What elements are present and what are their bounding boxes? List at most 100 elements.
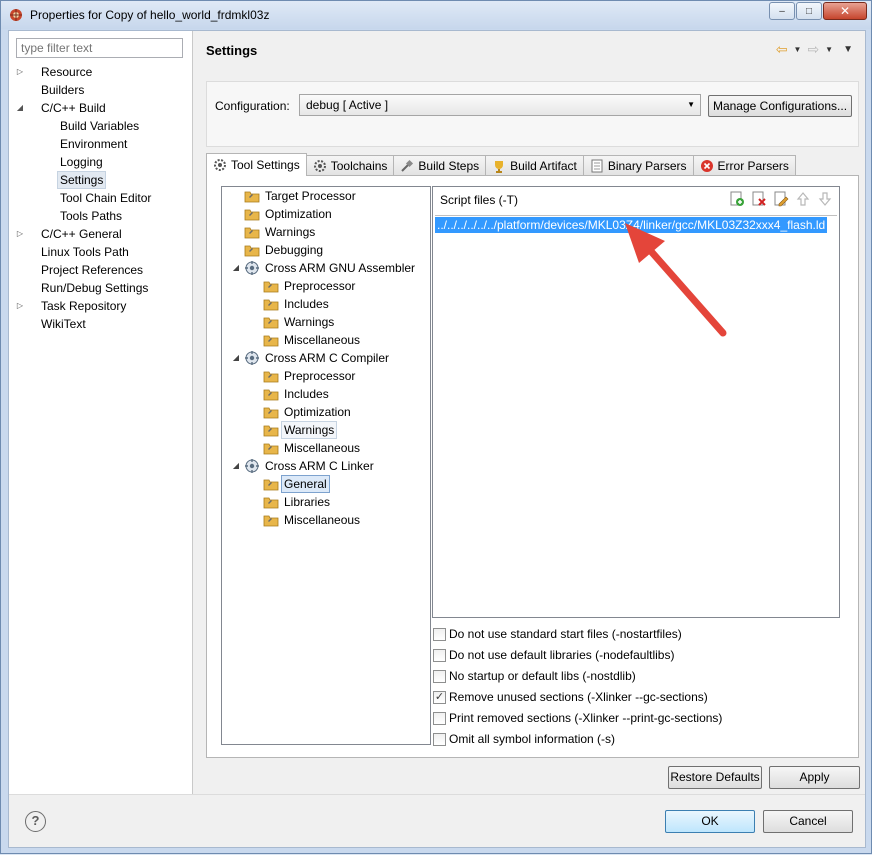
chevron-down-icon: ▼ [687, 100, 695, 109]
back-arrow-icon[interactable]: ⇦ [776, 41, 788, 58]
forward-dropdown-icon[interactable]: ▼ [825, 45, 833, 54]
tree-item[interactable]: ◢ Cross ARM C Compiler [222, 349, 430, 367]
nav-item-label: Tool Chain Editor [60, 191, 152, 205]
tree-item[interactable]: Debugging [222, 241, 430, 259]
checkbox[interactable] [433, 712, 446, 725]
configuration-select[interactable]: debug [ Active ] ▼ [299, 94, 701, 116]
expand-arrow-icon[interactable]: ▷ [15, 225, 25, 243]
nav-item[interactable]: ▷ Task Repository [9, 297, 193, 315]
title-bar[interactable]: Properties for Copy of hello_world_frdmk… [1, 1, 871, 29]
tab-tool-settings[interactable]: Tool Settings [206, 153, 307, 176]
filter-input[interactable] [16, 38, 183, 58]
tree-item[interactable]: Warnings [222, 313, 430, 331]
collapse-arrow-icon[interactable]: ◢ [231, 457, 241, 475]
help-icon[interactable]: ? [25, 811, 46, 832]
checkbox[interactable] [433, 628, 446, 641]
binary-parsers-icon [590, 159, 604, 173]
forward-arrow-icon[interactable]: ⇨ [807, 41, 819, 58]
tab-build-steps[interactable]: Build Steps [393, 155, 487, 175]
option-folder-icon [263, 404, 279, 420]
option-checkbox-row[interactable]: Do not use default libraries (-nodefault… [432, 645, 852, 666]
tree-item-label: Warnings [265, 225, 316, 239]
nav-item[interactable]: ◢ C/C++ Build [9, 99, 193, 117]
collapse-arrow-icon[interactable]: ◢ [231, 349, 241, 367]
tab-binary-parsers[interactable]: Binary Parsers [582, 155, 694, 175]
restore-defaults-button[interactable]: Restore Defaults [668, 766, 762, 789]
tab-toolchains[interactable]: Toolchains [305, 155, 395, 175]
tree-item[interactable]: Preprocessor [222, 367, 430, 385]
tab-error-parsers[interactable]: Error Parsers [692, 155, 796, 175]
minimize-button[interactable]: – [769, 2, 795, 20]
tree-item[interactable]: Optimization [222, 205, 430, 223]
view-menu-icon[interactable]: ▼ [843, 44, 853, 55]
edit-icon[interactable] [773, 191, 789, 207]
checkbox-label: Print removed sections (-Xlinker --print… [449, 711, 723, 725]
history-navigation: ⇦ ▼ ⇨ ▼ ▼ [776, 41, 857, 58]
nav-item-label: Environment [60, 137, 128, 151]
tree-item-label: Includes [284, 297, 329, 311]
tree-item[interactable]: Libraries [222, 493, 430, 511]
delete-icon[interactable] [751, 191, 767, 207]
tree-item[interactable]: Warnings [222, 421, 430, 439]
nav-item[interactable]: Builders [9, 81, 193, 99]
tab-build-artifact[interactable]: Build Artifact [485, 155, 584, 175]
option-checkbox-row[interactable]: Do not use standard start files (-nostar… [432, 624, 852, 645]
tree-item[interactable]: Warnings [222, 223, 430, 241]
nav-item[interactable]: Environment [9, 135, 193, 153]
tree-item[interactable]: ◢ Cross ARM C Linker [222, 457, 430, 475]
nav-item[interactable]: Tool Chain Editor [9, 189, 193, 207]
nav-item[interactable]: ▷ C/C++ General [9, 225, 193, 243]
cancel-button[interactable]: Cancel [763, 810, 853, 833]
collapse-arrow-icon[interactable]: ◢ [15, 99, 25, 117]
tree-item[interactable]: Target Processor [222, 187, 430, 205]
back-dropdown-icon[interactable]: ▼ [794, 45, 802, 54]
tree-item[interactable]: Miscellaneous [222, 439, 430, 457]
option-folder-icon [263, 422, 279, 438]
tree-item[interactable]: Preprocessor [222, 277, 430, 295]
tab-label: Error Parsers [717, 158, 789, 173]
apply-button[interactable]: Apply [769, 766, 860, 789]
checkbox[interactable] [433, 670, 446, 683]
checkbox-label: Remove unused sections (-Xlinker --gc-se… [449, 690, 708, 704]
nav-item[interactable]: Project References [9, 261, 193, 279]
nav-item[interactable]: Tools Paths [9, 207, 193, 225]
expand-arrow-icon[interactable]: ▷ [15, 63, 25, 81]
checkbox-label: Do not use standard start files (-nostar… [449, 627, 682, 641]
tree-item[interactable]: Includes [222, 385, 430, 403]
checkbox-label: Do not use default libraries (-nodefault… [449, 648, 675, 662]
option-checkbox-row[interactable]: Print removed sections (-Xlinker --print… [432, 708, 852, 729]
nav-item[interactable]: Run/Debug Settings [9, 279, 193, 297]
expand-arrow-icon[interactable]: ▷ [15, 297, 25, 315]
collapse-arrow-icon[interactable]: ◢ [231, 259, 241, 277]
tree-item[interactable]: General [222, 475, 430, 493]
checkbox-checked[interactable]: ✓ [433, 691, 446, 704]
tree-item[interactable]: Miscellaneous [222, 331, 430, 349]
ok-button[interactable]: OK [665, 810, 755, 833]
close-button[interactable]: ✕ [823, 2, 867, 20]
manage-configurations-button[interactable]: Manage Configurations... [708, 95, 852, 117]
move-down-icon[interactable] [817, 191, 833, 207]
nav-item[interactable]: Settings [9, 171, 193, 189]
list-item[interactable]: ../../../../../../platform/devices/MKL03… [435, 217, 828, 233]
nav-item[interactable]: ▷ Resource [9, 63, 193, 81]
checkbox[interactable] [433, 733, 446, 746]
option-checkbox-row[interactable]: No startup or default libs (-nostdlib) [432, 666, 852, 687]
move-up-icon[interactable] [795, 191, 811, 207]
maximize-button[interactable]: □ [796, 2, 822, 20]
tree-item[interactable]: Miscellaneous [222, 511, 430, 529]
tree-item[interactable]: Optimization [222, 403, 430, 421]
tree-item[interactable]: ◢ Cross ARM GNU Assembler [222, 259, 430, 277]
nav-item[interactable]: Logging [9, 153, 193, 171]
settings-pane: Settings ⇦ ▼ ⇨ ▼ ▼ Configuration: debug … [194, 31, 865, 794]
navigation-pane: ▷ Resource Builders ◢ C/C++ Build Build Varia… [9, 31, 193, 794]
nav-item[interactable]: WikiText [9, 315, 193, 333]
script-files-list[interactable]: ../../../../../../platform/devices/MKL03… [435, 215, 837, 615]
build-steps-icon [400, 159, 414, 173]
tree-item[interactable]: Includes [222, 295, 430, 313]
option-checkbox-row[interactable]: ✓ Remove unused sections (-Xlinker --gc-s… [432, 687, 852, 708]
option-checkbox-row[interactable]: Omit all symbol information (-s) [432, 729, 852, 750]
checkbox[interactable] [433, 649, 446, 662]
nav-item[interactable]: Build Variables [9, 117, 193, 135]
add-file-icon[interactable] [729, 191, 745, 207]
nav-item[interactable]: Linux Tools Path [9, 243, 193, 261]
